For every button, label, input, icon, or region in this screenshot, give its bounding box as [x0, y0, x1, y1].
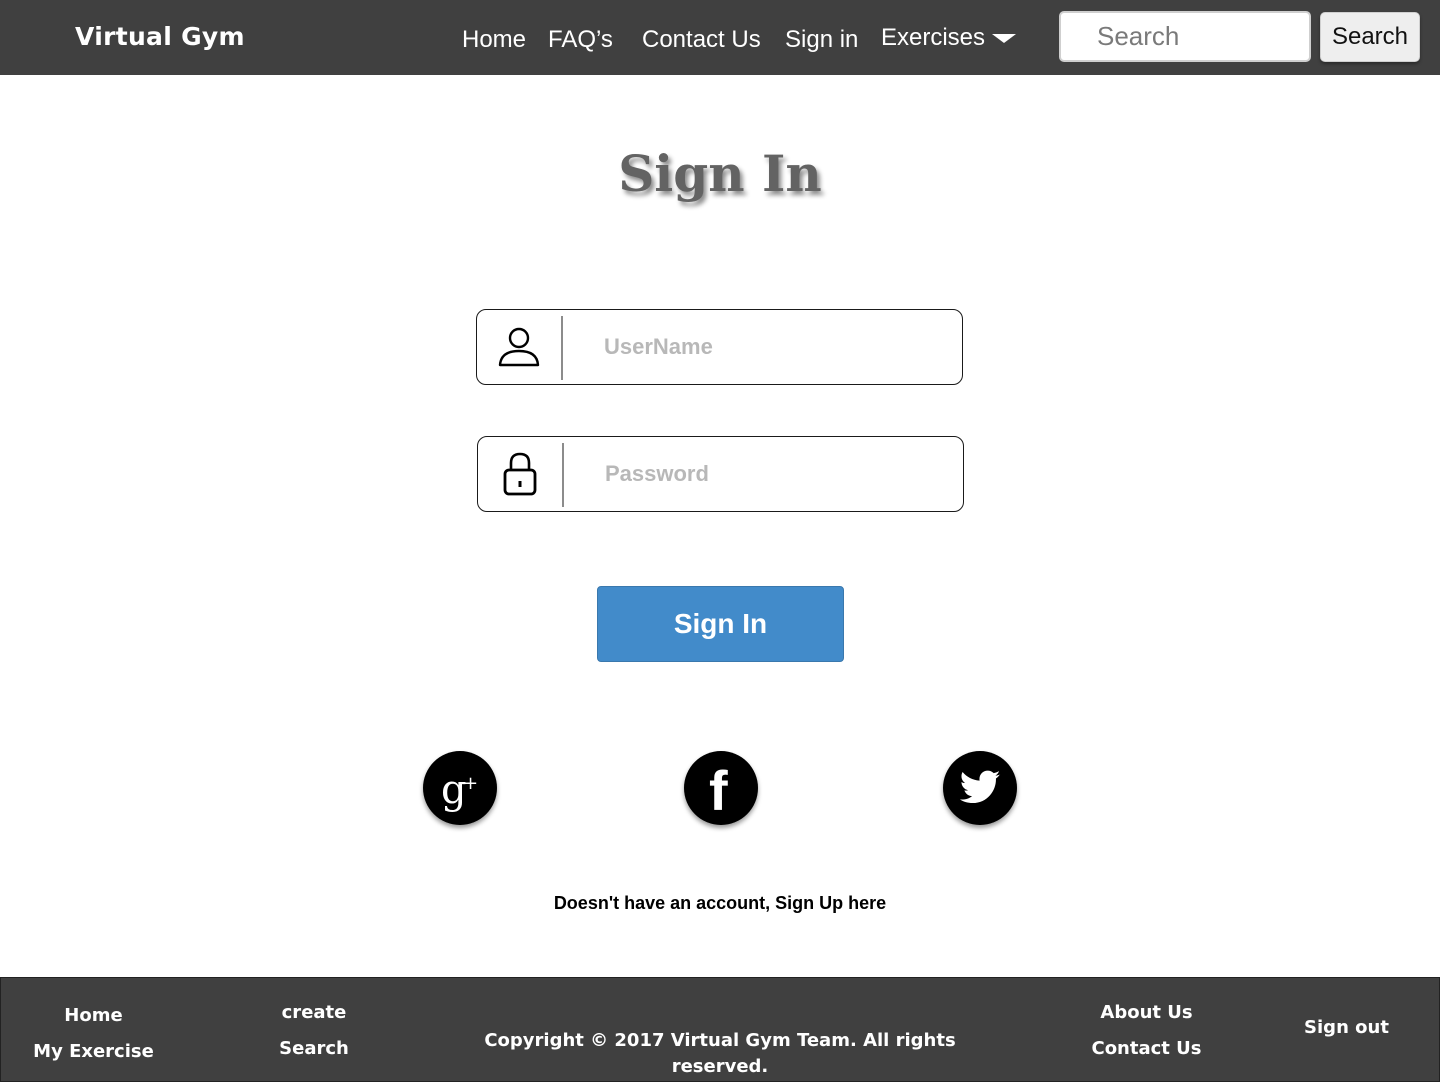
username-field[interactable] — [476, 309, 963, 385]
top-navbar: Virtual Gym Home FAQ’s Contact Us Sign i… — [0, 0, 1440, 75]
signin-button[interactable]: Sign In — [597, 586, 844, 662]
svg-text:f: f — [709, 759, 728, 818]
username-input[interactable] — [577, 320, 947, 374]
signup-link[interactable]: Doesn't have an account, Sign Up here — [0, 893, 1440, 914]
field-divider — [561, 316, 563, 380]
footer-about-link[interactable]: About Us — [1053, 1002, 1240, 1023]
svg-text:+: + — [463, 773, 478, 794]
lock-icon — [478, 437, 562, 511]
field-divider — [562, 443, 564, 507]
user-icon — [477, 310, 561, 384]
nav-signin-link[interactable]: Sign in — [785, 26, 858, 54]
password-input[interactable] — [578, 447, 948, 501]
search-input[interactable] — [1059, 11, 1311, 62]
nav-contact-link[interactable]: Contact Us — [642, 26, 761, 54]
footer-create-link[interactable]: create — [220, 1002, 408, 1023]
footer-contact-link[interactable]: Contact Us — [1053, 1038, 1240, 1059]
nav-faqs-link[interactable]: FAQ’s — [548, 26, 613, 54]
google-plus-icon[interactable]: g + — [423, 751, 497, 825]
facebook-icon[interactable]: f — [684, 751, 758, 825]
search-button[interactable]: Search — [1320, 12, 1420, 62]
copyright-text: Copyright © 2017 Virtual Gym Team. All r… — [484, 1030, 956, 1077]
twitter-icon[interactable] — [943, 751, 1017, 825]
page-title: Sign In — [618, 144, 822, 203]
footer-my-exercise-link[interactable]: My Exercise — [0, 1041, 187, 1062]
password-field[interactable] — [477, 436, 964, 512]
footer-search-link[interactable]: Search — [220, 1038, 408, 1059]
nav-home-link[interactable]: Home — [462, 26, 526, 54]
nav-exercises-dropdown[interactable]: Exercises — [881, 24, 985, 52]
chevron-down-icon[interactable] — [992, 34, 1016, 43]
footer-signout-link[interactable]: Sign out — [1253, 1017, 1440, 1038]
brand-logo[interactable]: Virtual Gym — [75, 22, 245, 51]
footer-home-link[interactable]: Home — [0, 1005, 187, 1026]
